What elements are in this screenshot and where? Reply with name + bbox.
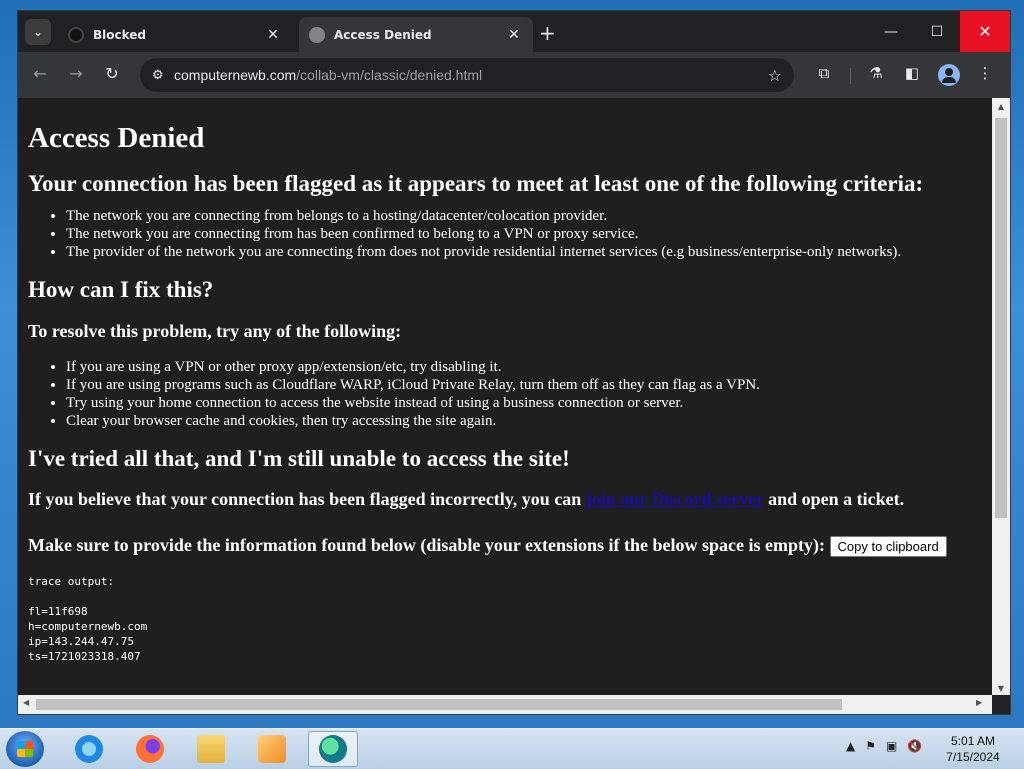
taskbar-edge[interactable] bbox=[308, 731, 358, 767]
browser-window: ⌄ Blocked ✕ Access Denied ✕ + — ☐ ✕ ← → … bbox=[17, 10, 1011, 715]
address-bar[interactable]: ⚙ computernewb.com/collab-vm/classic/den… bbox=[140, 58, 794, 92]
new-tab-plus-icon[interactable]: + bbox=[539, 21, 556, 45]
taskbar-explorer[interactable] bbox=[186, 731, 236, 767]
page-title: Access Denied bbox=[28, 122, 205, 154]
profile-avatar-icon[interactable] bbox=[938, 64, 960, 86]
back-arrow-icon[interactable]: ← bbox=[28, 64, 52, 83]
start-button[interactable] bbox=[6, 731, 44, 767]
tab-close-icon[interactable]: ✕ bbox=[505, 27, 523, 43]
fix-heading: How can I fix this? bbox=[28, 277, 214, 302]
side-panel-icon[interactable]: ◧ bbox=[901, 64, 923, 82]
tab-title: Blocked bbox=[93, 27, 147, 42]
network-icon[interactable]: ▣ bbox=[886, 739, 897, 753]
minimize-icon[interactable]: — bbox=[868, 11, 914, 52]
labs-flask-icon[interactable]: ⚗ bbox=[865, 64, 887, 82]
action-center-flag-icon[interactable]: ⚑ bbox=[865, 739, 876, 753]
globe-favicon-icon bbox=[309, 26, 325, 43]
tab-access-denied[interactable]: Access Denied ✕ bbox=[299, 17, 533, 52]
list-item: The provider of the network you are conn… bbox=[66, 243, 982, 261]
media-player-icon bbox=[258, 735, 286, 763]
discord-link[interactable]: join our Discord server bbox=[586, 489, 764, 509]
list-item: If you are using a VPN or other proxy ap… bbox=[66, 358, 982, 376]
page-content: Access Denied Your connection has been f… bbox=[18, 98, 992, 672]
reload-icon[interactable]: ↻ bbox=[100, 64, 124, 83]
scrollbar-thumb[interactable] bbox=[995, 118, 1007, 518]
ticket-paragraph: If you believe that your connection has … bbox=[28, 489, 905, 509]
taskbar-internet-explorer[interactable] bbox=[64, 731, 114, 767]
edge-icon bbox=[319, 735, 347, 763]
fixes-list: If you are using a VPN or other proxy ap… bbox=[28, 358, 982, 430]
resolve-heading: To resolve this problem, try any of the … bbox=[28, 321, 402, 341]
tab-blocked[interactable]: Blocked ✕ bbox=[58, 17, 292, 52]
scroll-right-arrow-icon[interactable]: ▶ bbox=[976, 698, 982, 707]
forward-arrow-icon[interactable]: → bbox=[64, 64, 88, 83]
taskbar-media-player[interactable] bbox=[247, 731, 297, 767]
internet-explorer-icon bbox=[75, 735, 103, 763]
tab-search-button[interactable]: ⌄ bbox=[25, 19, 51, 45]
toolbar-divider bbox=[850, 68, 851, 84]
tried-heading: I've tried all that, and I'm still unabl… bbox=[28, 446, 570, 471]
bookmark-star-icon[interactable]: ☆ bbox=[768, 66, 782, 85]
taskbar: ▲ ⚑ ▣ 🔇 5:01 AM 7/15/2024 bbox=[0, 728, 1024, 769]
close-window-icon[interactable]: ✕ bbox=[960, 11, 1010, 52]
scroll-up-arrow-icon[interactable]: ▲ bbox=[992, 102, 1010, 111]
list-item: If you are using programs such as Cloudf… bbox=[66, 376, 982, 394]
github-favicon-icon bbox=[68, 26, 84, 43]
folder-icon bbox=[197, 735, 225, 763]
firefox-icon bbox=[136, 735, 164, 763]
browser-toolbar: ← → ↻ ⚙ computernewb.com/collab-vm/class… bbox=[18, 52, 1010, 98]
tab-title: Access Denied bbox=[334, 27, 432, 42]
show-hidden-icons-icon[interactable]: ▲ bbox=[846, 739, 855, 753]
page-viewport: Access Denied Your connection has been f… bbox=[18, 98, 992, 695]
tab-strip: ⌄ Blocked ✕ Access Denied ✕ + — ☐ ✕ bbox=[18, 11, 1010, 52]
extensions-puzzle-icon[interactable]: ⧉ bbox=[813, 64, 835, 82]
volume-muted-icon[interactable]: 🔇 bbox=[907, 739, 922, 753]
info-paragraph: Make sure to provide the information fou… bbox=[28, 528, 982, 562]
scroll-left-arrow-icon[interactable]: ◀ bbox=[23, 698, 29, 707]
list-item: The network you are connecting from has … bbox=[66, 225, 982, 243]
trace-output: trace output: fl=11f698 h=computernewb.c… bbox=[28, 575, 148, 663]
clock-time: 5:01 AM bbox=[950, 734, 996, 748]
list-item: Clear your browser cache and cookies, th… bbox=[66, 412, 982, 430]
list-item: Try using your home connection to access… bbox=[66, 394, 982, 412]
site-info-icon[interactable]: ⚙ bbox=[152, 68, 174, 83]
horizontal-scrollbar[interactable]: ◀ ▶ bbox=[18, 695, 992, 714]
clock-date: 7/15/2024 bbox=[946, 750, 1000, 764]
tab-close-icon[interactable]: ✕ bbox=[264, 27, 282, 43]
taskbar-firefox[interactable] bbox=[125, 731, 175, 767]
vertical-scrollbar[interactable]: ▲ ▼ bbox=[992, 98, 1010, 695]
clock[interactable]: 5:01 AM 7/15/2024 bbox=[938, 733, 1008, 765]
criteria-heading: Your connection has been flagged as it a… bbox=[28, 171, 924, 196]
criteria-list: The network you are connecting from belo… bbox=[28, 207, 982, 261]
address-url[interactable]: computernewb.com/collab-vm/classic/denie… bbox=[174, 67, 768, 83]
maximize-icon[interactable]: ☐ bbox=[914, 11, 960, 52]
scrollbar-thumb[interactable] bbox=[36, 699, 842, 710]
scroll-down-arrow-icon[interactable]: ▼ bbox=[992, 684, 1010, 693]
system-tray: ▲ ⚑ ▣ 🔇 bbox=[846, 739, 922, 753]
list-item: The network you are connecting from belo… bbox=[66, 207, 982, 225]
copy-to-clipboard-button[interactable]: Copy to clipboard bbox=[829, 536, 947, 558]
more-menu-icon[interactable]: ⋮ bbox=[974, 64, 996, 82]
